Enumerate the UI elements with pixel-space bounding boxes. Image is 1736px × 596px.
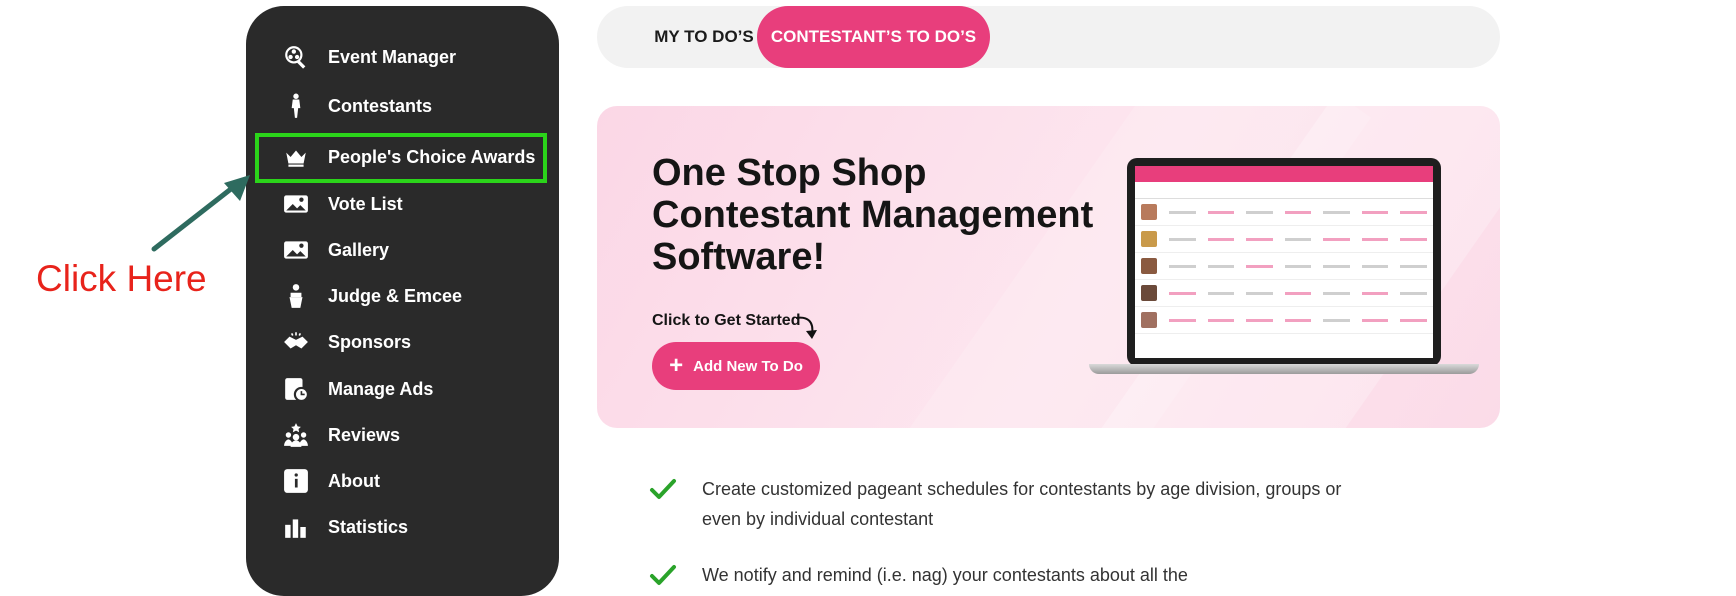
hero-title: One Stop Shop Contestant Management Soft… (652, 152, 1094, 278)
curved-arrow-icon (795, 316, 817, 339)
manage-ads-icon (282, 375, 310, 403)
sidebar-item-label: Judge & Emcee (328, 285, 463, 306)
sidebar-item-gallery[interactable]: Gallery (282, 235, 389, 265)
sidebar-item-about[interactable]: About (282, 466, 380, 496)
gallery-icon (282, 236, 310, 264)
bar-chart-icon (282, 513, 310, 541)
sidebar-item-label: Event Manager (328, 46, 457, 67)
event-manager-icon (282, 43, 310, 71)
handshake-icon (282, 328, 310, 356)
info-icon (282, 467, 310, 495)
sidebar-item-reviews[interactable]: Reviews (282, 420, 400, 450)
sidebar: Event Manager Contestants People's Choic… (246, 6, 559, 596)
sidebar-item-label: Vote List (328, 193, 403, 214)
check-icon (650, 479, 676, 499)
contestant-icon (282, 92, 310, 120)
sidebar-item-sponsors[interactable]: Sponsors (282, 327, 411, 357)
tab-contestant-todos[interactable]: CONTESTANT’S TO DO’S (757, 6, 990, 68)
judge-icon (282, 282, 310, 310)
sidebar-item-vote-list[interactable]: Vote List (282, 189, 403, 219)
screen-header-bar (1135, 166, 1433, 182)
feature-text: We notify and remind (i.e. nag) your con… (702, 565, 1188, 585)
sidebar-item-label: Gallery (328, 239, 390, 260)
screen-table-row (1135, 253, 1433, 280)
laptop-base (1089, 364, 1479, 374)
sidebar-item-label: Reviews (328, 424, 401, 445)
feature-item: We notify and remind (i.e. nag) your con… (648, 560, 1342, 590)
sidebar-item-label: Contestants (328, 95, 433, 116)
plus-icon: + (669, 352, 684, 379)
reviews-icon (282, 421, 310, 449)
sidebar-item-manage-ads[interactable]: Manage Ads (282, 374, 433, 404)
todo-tabs: MY TO DO’S CONTESTANT’S TO DO’S (597, 6, 1500, 68)
feature-item: Create customized pageant schedules for … (648, 474, 1342, 534)
annotation-arrow-icon (151, 175, 250, 252)
sidebar-item-contestants[interactable]: Contestants (282, 91, 432, 121)
image-list-icon (282, 190, 310, 218)
screen-table-header (1135, 182, 1433, 199)
screen-table-row (1135, 226, 1433, 253)
screen-table-row (1135, 199, 1433, 226)
sidebar-item-event-manager[interactable]: Event Manager (282, 42, 456, 72)
add-new-todo-button[interactable]: + Add New To Do (652, 342, 820, 390)
annotation-click-here: Click Here (36, 258, 207, 299)
laptop-screen (1135, 166, 1433, 358)
sidebar-item-statistics[interactable]: Statistics (282, 512, 408, 542)
sidebar-item-label: Sponsors (328, 331, 412, 352)
highlight-box (255, 133, 547, 183)
laptop-illustration (1089, 158, 1479, 388)
sidebar-item-label: Manage Ads (328, 378, 434, 399)
add-new-todo-label: Add New To Do (693, 357, 803, 375)
sidebar-item-judge-emcee[interactable]: Judge & Emcee (282, 281, 462, 311)
screen-table-row (1135, 307, 1433, 334)
check-icon (650, 565, 676, 585)
sidebar-item-label: About (328, 470, 380, 491)
sidebar-item-label: Statistics (328, 516, 409, 537)
feature-text: Create customized pageant schedules for … (702, 479, 1342, 529)
screen-table-row (1135, 280, 1433, 307)
hero-banner: One Stop Shop Contestant Management Soft… (597, 106, 1500, 428)
hero-cta-label: Click to Get Started (652, 312, 801, 329)
